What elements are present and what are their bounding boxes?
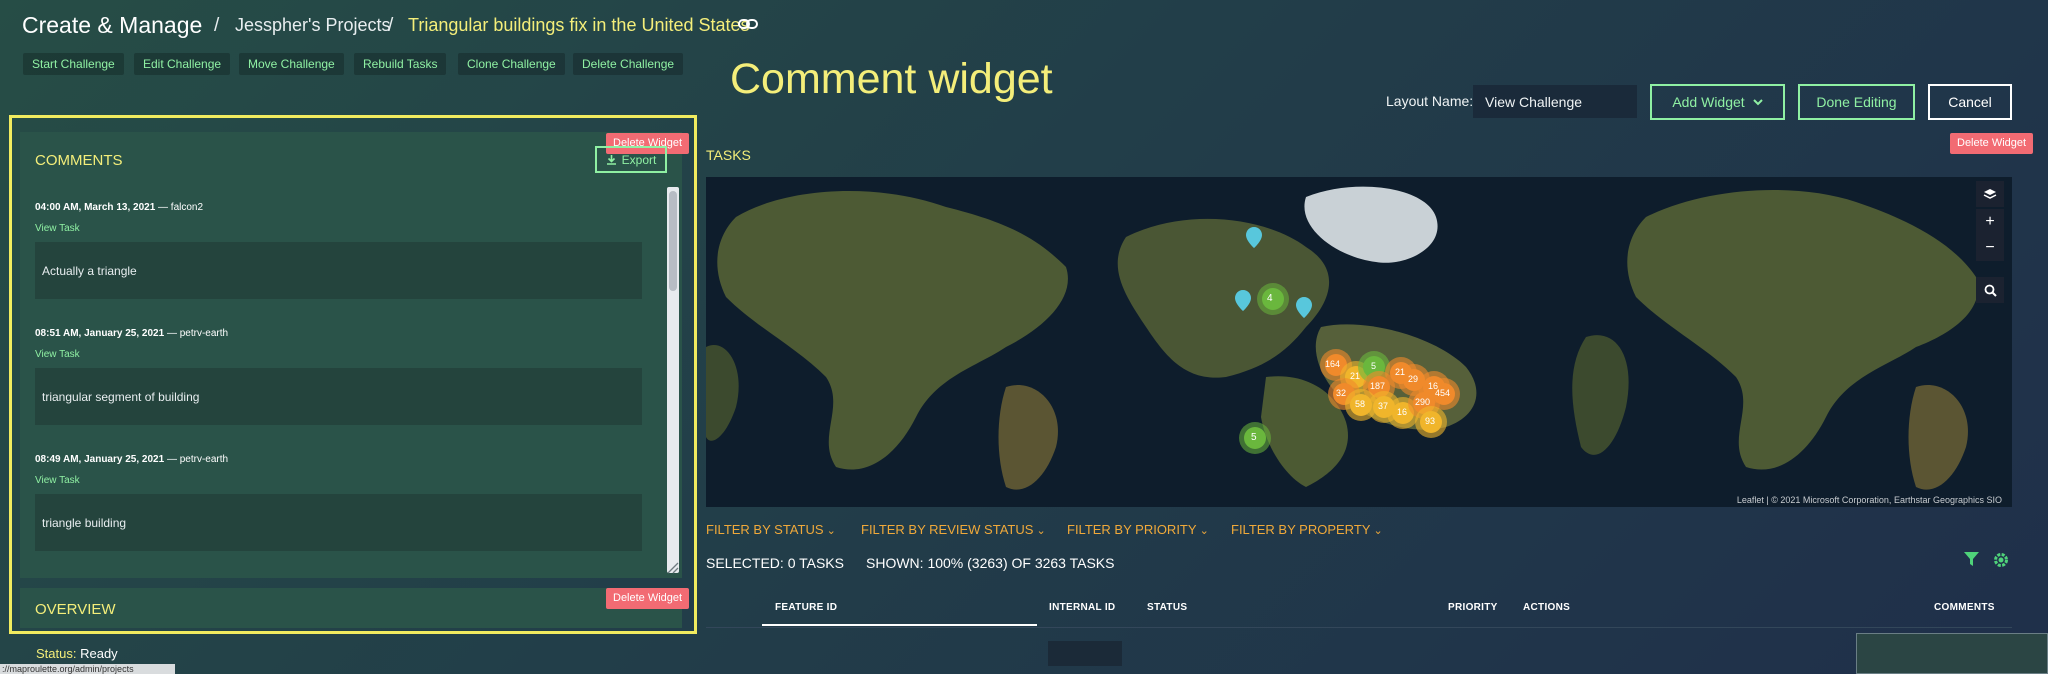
- overlay-title: Comment widget: [730, 55, 1053, 103]
- cluster-count[interactable]: 290: [1415, 397, 1430, 407]
- cluster-count[interactable]: 37: [1378, 401, 1388, 411]
- cluster-count[interactable]: 58: [1355, 399, 1365, 409]
- column-header-internal-id[interactable]: INTERNAL ID: [1049, 602, 1115, 613]
- done-editing-button[interactable]: Done Editing: [1798, 84, 1915, 120]
- map-pin-icon: [1235, 290, 1251, 311]
- delete-widget-button[interactable]: Delete Widget: [1950, 133, 2034, 154]
- delete-challenge-button[interactable]: Delete Challenge: [573, 53, 684, 75]
- column-header-feature-id[interactable]: FEATURE ID: [775, 602, 837, 613]
- map-pin-icon: [1246, 227, 1262, 248]
- filter-by-priority-dropdown[interactable]: FILTER BY PRIORITY: [1067, 522, 1209, 537]
- cluster-count[interactable]: 5: [1251, 432, 1257, 443]
- link-icon[interactable]: [738, 16, 758, 32]
- breadcrumb-separator: /: [214, 15, 220, 36]
- cluster-count[interactable]: 29: [1408, 374, 1418, 384]
- gear-icon[interactable]: [1992, 551, 2010, 569]
- filter-by-review-status-dropdown[interactable]: FILTER BY REVIEW STATUS: [861, 522, 1046, 537]
- add-widget-label: Add Widget: [1672, 94, 1745, 110]
- page-title: Create & Manage: [22, 12, 203, 38]
- edit-challenge-button[interactable]: Edit Challenge: [134, 53, 231, 75]
- highlight-outline: [9, 115, 697, 634]
- layers-icon[interactable]: [1976, 181, 2004, 207]
- map-attribution[interactable]: Leaflet | © 2021 Microsoft Corporation, …: [1737, 495, 2002, 505]
- internal-id-filter-input[interactable]: [1048, 641, 1122, 666]
- move-challenge-button[interactable]: Move Challenge: [239, 53, 344, 75]
- breadcrumb-challenge: Triangular buildings fix in the United S…: [408, 15, 750, 35]
- status-bar-url: ://maproulette.org/admin/projects: [0, 664, 175, 674]
- cluster-count[interactable]: 93: [1425, 416, 1435, 426]
- search-icon[interactable]: [1976, 277, 2004, 303]
- filter-by-status-dropdown[interactable]: FILTER BY STATUS: [706, 522, 836, 537]
- breadcrumb-separator: /: [388, 15, 394, 36]
- tasks-title: TASKS: [706, 147, 751, 163]
- cluster-layer[interactable]: [706, 177, 2012, 507]
- chevron-down-icon: [1752, 98, 1763, 105]
- filter-by-property-dropdown[interactable]: FILTER BY PROPERTY: [1231, 522, 1383, 537]
- cluster-count[interactable]: 454: [1435, 388, 1450, 398]
- start-challenge-button[interactable]: Start Challenge: [23, 53, 124, 75]
- table-header-divider: [706, 627, 2012, 628]
- cluster-count[interactable]: 16: [1397, 407, 1407, 417]
- zoom-in-icon[interactable]: +: [1976, 209, 2004, 235]
- overview-status: Status: Ready: [36, 646, 118, 661]
- sort-indicator: [762, 624, 1037, 626]
- column-header-actions: ACTIONS: [1523, 602, 1571, 613]
- zoom-out-icon[interactable]: −: [1976, 235, 2004, 261]
- cluster-count[interactable]: 21: [1395, 367, 1405, 377]
- rebuild-tasks-button[interactable]: Rebuild Tasks: [354, 53, 447, 75]
- clone-challenge-button[interactable]: Clone Challenge: [458, 53, 565, 75]
- tasks-map[interactable]: 4 164 21 5 187 21 29 16 58 37 290 454 93…: [706, 177, 2012, 507]
- selected-count: SELECTED: 0 TASKS: [706, 555, 844, 571]
- cluster-count[interactable]: 4: [1267, 293, 1273, 304]
- layout-preview-thumbnail[interactable]: [1856, 633, 2048, 674]
- breadcrumb-project-link[interactable]: Jesspher's Projects: [235, 15, 391, 36]
- map-pin-icon: [1296, 297, 1312, 318]
- column-header-priority[interactable]: PRIORITY: [1448, 602, 1498, 613]
- cluster-count[interactable]: 5: [1371, 361, 1376, 371]
- layout-name-input[interactable]: [1473, 85, 1637, 118]
- shown-count: SHOWN: 100% (3263) OF 3263 TASKS: [866, 555, 1115, 571]
- cluster-count[interactable]: 21: [1350, 371, 1360, 381]
- cancel-button[interactable]: Cancel: [1928, 84, 2012, 120]
- filter-icon[interactable]: [1963, 551, 1980, 568]
- add-widget-button[interactable]: Add Widget: [1650, 84, 1785, 120]
- cluster-count[interactable]: 32: [1336, 388, 1346, 398]
- status-label: Status:: [36, 646, 77, 661]
- status-value: Ready: [80, 646, 118, 661]
- column-header-comments[interactable]: COMMENTS: [1934, 602, 1995, 613]
- cluster-count[interactable]: 164: [1325, 359, 1340, 369]
- cluster-count[interactable]: 187: [1370, 381, 1385, 391]
- column-header-status[interactable]: STATUS: [1147, 602, 1187, 613]
- layout-name-label: Layout Name:: [1386, 93, 1474, 109]
